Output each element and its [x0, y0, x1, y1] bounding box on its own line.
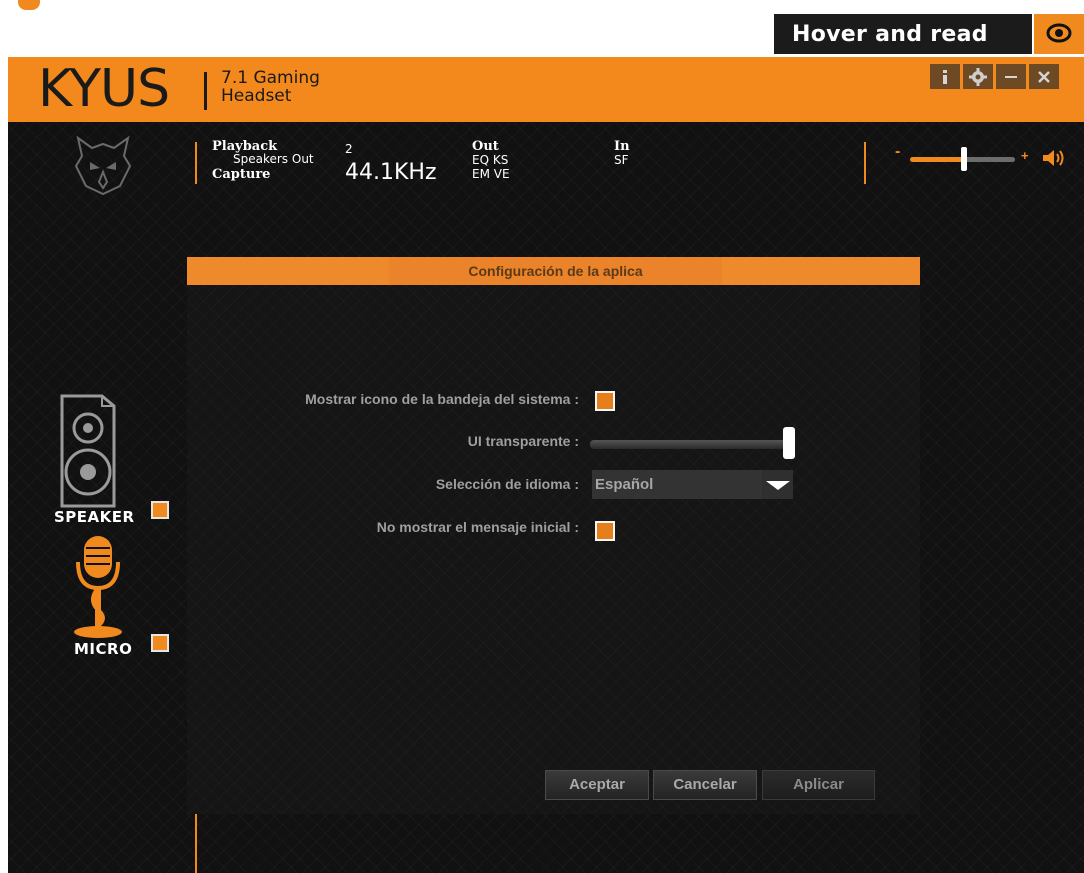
close-button[interactable] [1029, 64, 1059, 89]
kyus-app-window: KYUS 7.1 Gaming Headset Playback Speaker… [8, 57, 1084, 873]
speaker-icon[interactable] [56, 394, 120, 512]
corner-accent [18, 0, 40, 10]
window-controls [930, 64, 1059, 89]
micro-label: MICRO [74, 640, 133, 658]
microphone-icon[interactable] [68, 534, 128, 638]
dialog-titlebar: Configuración de la aplica [187, 257, 920, 285]
apply-button[interactable]: Aplicar [762, 770, 875, 800]
close-icon [1038, 71, 1050, 83]
app-logo: KYUS [38, 59, 170, 119]
info-separator-right [864, 142, 866, 184]
micro-checkbox[interactable] [151, 634, 169, 652]
in-flags: SF [614, 153, 629, 167]
no-intro-checkbox[interactable] [595, 521, 615, 541]
volume-minus[interactable]: - [895, 143, 900, 161]
info-button[interactable] [930, 64, 960, 89]
main-area: Playback Speakers Out Capture 2 44.1KHz … [8, 122, 1084, 873]
tray-icon-label: Mostrar icono de la bandeja del sistema … [305, 391, 579, 407]
out-flags-row2: EM VE [472, 167, 510, 181]
hover-and-read-banner[interactable]: Hover and read [774, 14, 1032, 54]
accept-button[interactable]: Aceptar [545, 770, 649, 800]
gear-icon [969, 68, 987, 86]
volume-slider-thumb[interactable] [961, 147, 967, 171]
speaker-checkbox[interactable] [151, 501, 169, 519]
no-intro-label: No mostrar el mensaje inicial : [376, 519, 579, 535]
subtitle-line1: 7.1 Gaming [221, 68, 320, 88]
chevron-down-icon[interactable] [762, 470, 793, 499]
dialog-title: Configuración de la aplica [389, 257, 722, 285]
hover-label: Hover and read [792, 22, 988, 47]
speaker-label: SPEAKER [54, 508, 135, 526]
app-settings-dialog: Configuración de la aplica Mostrar icono… [187, 257, 920, 814]
in-label: In [614, 139, 630, 154]
info-separator-left [195, 142, 197, 184]
subtitle-line2: Headset [221, 86, 292, 106]
kyus-mask-logo-icon [74, 135, 132, 196]
transparency-slider-thumb[interactable] [783, 427, 795, 459]
out-label: Out [472, 139, 499, 154]
sample-rate: 44.1KHz [345, 160, 437, 185]
playback-device: Speakers Out [233, 152, 314, 166]
language-label: Selección de idioma : [435, 476, 579, 492]
speaker-volume-icon[interactable] [1041, 148, 1069, 168]
cancel-button[interactable]: Cancelar [653, 770, 757, 800]
tray-icon-checkbox[interactable] [595, 391, 615, 411]
logo-separator [204, 72, 207, 110]
capture-label: Capture [212, 167, 271, 182]
transparency-label: UI transparente : [467, 433, 579, 449]
app-subtitle: 7.1 Gaming Headset [221, 69, 320, 105]
channel-count: 2 [345, 142, 353, 156]
minimize-icon [1005, 76, 1017, 78]
settings-button[interactable] [963, 64, 993, 89]
titlebar: KYUS 7.1 Gaming Headset [8, 57, 1084, 122]
transparency-slider-track[interactable] [590, 440, 790, 449]
out-flags-row1: EQ KS [472, 153, 509, 167]
volume-plus[interactable]: + [1021, 148, 1029, 163]
bottom-separator [195, 805, 197, 873]
eye-button[interactable] [1034, 14, 1084, 54]
minimize-button[interactable] [996, 64, 1026, 89]
eye-icon [1046, 23, 1072, 43]
language-select[interactable]: Español [592, 470, 763, 499]
info-icon [943, 70, 947, 84]
